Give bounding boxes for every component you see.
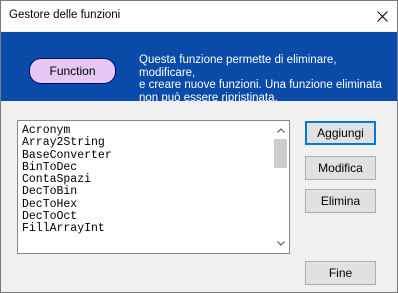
title-bar[interactable]: Gestore delle funzioni [1, 1, 397, 31]
banner-description-line: Questa funzione permette di eliminare, m… [139, 54, 337, 79]
list-item[interactable]: DecToBin [22, 186, 272, 199]
chevron-up-icon [276, 128, 285, 133]
finish-button[interactable]: Fine [305, 261, 376, 285]
function-listbox[interactable]: Acronym Array2String BaseConverter BinTo… [17, 120, 290, 254]
banner-description: Questa funzione permette di eliminare, m… [139, 54, 391, 104]
scrollbar-thumb[interactable] [274, 139, 287, 168]
edit-button[interactable]: Modifica [305, 156, 376, 180]
close-button[interactable] [367, 1, 397, 31]
banner-description-line: e creare nuove funzioni. Una funzione el… [139, 79, 382, 91]
function-badge: Function [29, 58, 116, 84]
banner-description-line: non può essere ripristinata. [139, 91, 278, 104]
function-list: Acronym Array2String BaseConverter BinTo… [22, 124, 272, 236]
scroll-up-button[interactable] [272, 123, 289, 138]
function-manager-dialog: Gestore delle funzioni Function Questa f… [0, 0, 398, 293]
chevron-down-icon [276, 241, 285, 246]
list-item[interactable]: FillArrayInt [22, 223, 272, 236]
vertical-scrollbar[interactable] [272, 121, 289, 253]
list-item[interactable]: Array2String [22, 136, 272, 149]
window-title: Gestore delle funzioni [9, 9, 121, 21]
delete-button[interactable]: Elimina [305, 189, 376, 213]
close-icon [376, 10, 388, 22]
scroll-down-button[interactable] [272, 236, 289, 251]
add-button[interactable]: Aggiungi [305, 121, 376, 145]
